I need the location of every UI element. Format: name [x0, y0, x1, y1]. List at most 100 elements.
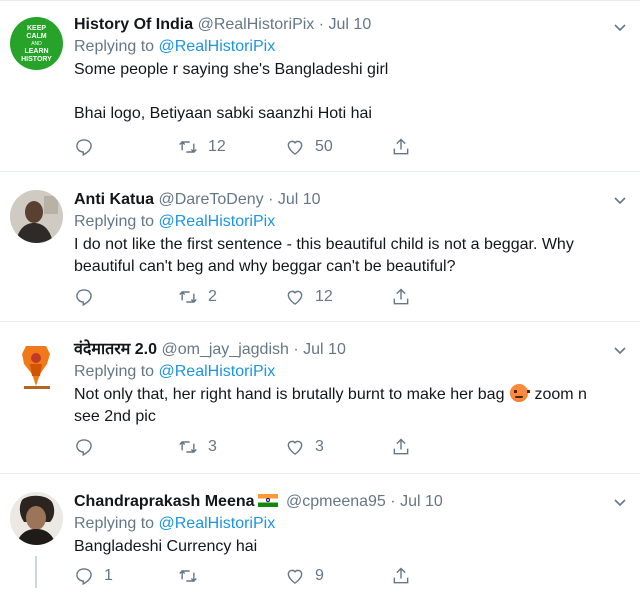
- retweet-button[interactable]: 3: [178, 435, 217, 459]
- replying-to-mention[interactable]: @RealHistoriPix: [159, 213, 276, 230]
- keep-calm-logo: KEEP CALM AND LEARN HISTORY: [21, 25, 52, 63]
- tweet-actions: 12 50: [74, 135, 634, 159]
- replying-to-label: Replying to: [74, 213, 155, 230]
- replying-to-mention[interactable]: @RealHistoriPix: [159, 515, 276, 532]
- tweet-text-line: Bangladeshi Currency hai: [74, 538, 258, 555]
- share-icon: [393, 438, 409, 455]
- svg-text:HISTORY: HISTORY: [21, 56, 52, 63]
- separator-dot: ·: [293, 341, 299, 358]
- avatar[interactable]: [10, 492, 63, 545]
- share-button[interactable]: [391, 135, 421, 159]
- svg-text:LEARN: LEARN: [24, 48, 48, 55]
- user-handle[interactable]: @om_jay_jagdish: [161, 341, 288, 358]
- reply-icon: [76, 439, 92, 457]
- retweet-button[interactable]: [178, 564, 208, 588]
- display-name[interactable]: वंदेमातरम 2.0: [74, 341, 157, 358]
- retweet-icon: [179, 140, 197, 154]
- retweet-button[interactable]: 12: [178, 135, 226, 159]
- share-icon: [393, 288, 409, 305]
- tweet-text: Some people r saying she's Bangladeshi g…: [74, 59, 628, 125]
- separator-dot: ·: [318, 16, 325, 33]
- bharat-mata-image: [10, 340, 63, 393]
- timestamp[interactable]: Jul 10: [329, 16, 372, 33]
- retweet-button[interactable]: 2: [178, 285, 217, 309]
- tweet-actions: 1 9: [74, 564, 634, 588]
- tweet-card[interactable]: KEEP CALM AND LEARN HISTORY History Of I…: [0, 0, 640, 172]
- like-button[interactable]: 3: [285, 435, 324, 459]
- user-handle[interactable]: @RealHistoriPix: [198, 16, 315, 33]
- replying-to-mention[interactable]: @RealHistoriPix: [159, 38, 276, 55]
- reply-button[interactable]: 1: [74, 564, 113, 588]
- user-handle[interactable]: @cpmeena95: [286, 493, 386, 510]
- timestamp[interactable]: Jul 10: [400, 493, 443, 510]
- timestamp[interactable]: Jul 10: [303, 341, 346, 358]
- tweet-text: I do not like the first sentence - this …: [74, 234, 628, 278]
- replying-to-label: Replying to: [74, 363, 155, 380]
- tweet-text-line: I do not like the first sentence - this …: [74, 236, 574, 253]
- share-button[interactable]: [391, 564, 421, 588]
- retweet-count: 3: [208, 438, 217, 455]
- tweet-text-line: Some people r saying she's Bangladeshi g…: [74, 61, 389, 78]
- svg-text:CALM: CALM: [26, 33, 46, 40]
- tweet-card[interactable]: Chandraprakash Meena @cpmeena95 · Jul 10…: [0, 474, 640, 595]
- tweet-content: वंदेमातरम 2.0 @om_jay_jagdish · Jul 10 R…: [74, 339, 628, 428]
- avatar[interactable]: [10, 340, 63, 393]
- tweet-text-line: see 2nd pic: [74, 408, 156, 425]
- tweet-card[interactable]: वंदेमातरम 2.0 @om_jay_jagdish · Jul 10 R…: [0, 322, 640, 474]
- tweet-content: Anti Katua @DareToDeny · Jul 10 Replying…: [74, 189, 628, 278]
- reply-count: 1: [104, 567, 113, 584]
- replying-to-label: Replying to: [74, 515, 155, 532]
- reply-button[interactable]: [74, 135, 104, 159]
- like-count: 9: [315, 567, 324, 584]
- replying-to-mention[interactable]: @RealHistoriPix: [159, 363, 276, 380]
- retweet-count: 12: [208, 138, 226, 155]
- display-name[interactable]: Anti Katua: [74, 191, 154, 208]
- tweet-text: Not only that, her right hand is brutall…: [74, 384, 628, 428]
- like-button[interactable]: 50: [285, 135, 333, 159]
- timestamp[interactable]: Jul 10: [278, 191, 321, 208]
- tweet-header: History Of India @RealHistoriPix · Jul 1…: [74, 14, 628, 35]
- reply-icon: [76, 289, 92, 307]
- like-button[interactable]: 12: [285, 285, 333, 309]
- chevron-down-icon[interactable]: [612, 192, 628, 208]
- replying-to-label: Replying to: [74, 38, 155, 55]
- svg-text:KEEP: KEEP: [27, 25, 46, 32]
- replying-to: Replying to @RealHistoriPix: [74, 513, 628, 535]
- tweet-header: वंदेमातरम 2.0 @om_jay_jagdish · Jul 10: [74, 339, 628, 360]
- share-button[interactable]: [391, 435, 421, 459]
- avatar[interactable]: KEEP CALM AND LEARN HISTORY: [10, 17, 63, 70]
- retweet-icon: [179, 290, 197, 304]
- reply-icon: [76, 139, 92, 157]
- tweet-card[interactable]: Anti Katua @DareToDeny · Jul 10 Replying…: [0, 172, 640, 322]
- retweet-count: 2: [208, 288, 217, 305]
- heart-icon: [287, 440, 303, 455]
- share-button[interactable]: [391, 285, 421, 309]
- tweet-header: Chandraprakash Meena @cpmeena95 · Jul 10: [74, 491, 628, 512]
- display-name[interactable]: History Of India: [74, 16, 193, 33]
- tweet-header: Anti Katua @DareToDeny · Jul 10: [74, 189, 628, 210]
- tweet-content: Chandraprakash Meena @cpmeena95 · Jul 10…: [74, 491, 628, 558]
- svg-text:AND: AND: [31, 41, 42, 47]
- reply-button[interactable]: [74, 285, 104, 309]
- like-count: 3: [315, 438, 324, 455]
- thread-connector: [35, 556, 37, 588]
- tweet-text: Bangladeshi Currency hai: [74, 536, 628, 558]
- replying-to: Replying to @RealHistoriPix: [74, 36, 628, 58]
- tweet-actions: 3 3: [74, 435, 634, 459]
- heart-icon: [287, 140, 303, 155]
- user-photo: [10, 190, 63, 243]
- chevron-down-icon[interactable]: [612, 19, 628, 35]
- display-name[interactable]: Chandraprakash Meena: [74, 493, 255, 510]
- retweet-icon: [179, 440, 197, 454]
- avatar[interactable]: [10, 190, 63, 243]
- user-handle[interactable]: @DareToDeny: [158, 191, 263, 208]
- share-icon: [393, 138, 409, 155]
- chevron-down-icon[interactable]: [612, 342, 628, 358]
- tweet-content: History Of India @RealHistoriPix · Jul 1…: [74, 14, 628, 125]
- tweet-text-line: Not only that, her right hand is brutall…: [74, 384, 628, 406]
- chevron-down-icon[interactable]: [612, 494, 628, 510]
- angry-face-icon: [510, 384, 531, 402]
- like-button[interactable]: 9: [285, 564, 324, 588]
- tweet-text-blank-line: [74, 81, 628, 103]
- reply-button[interactable]: [74, 435, 104, 459]
